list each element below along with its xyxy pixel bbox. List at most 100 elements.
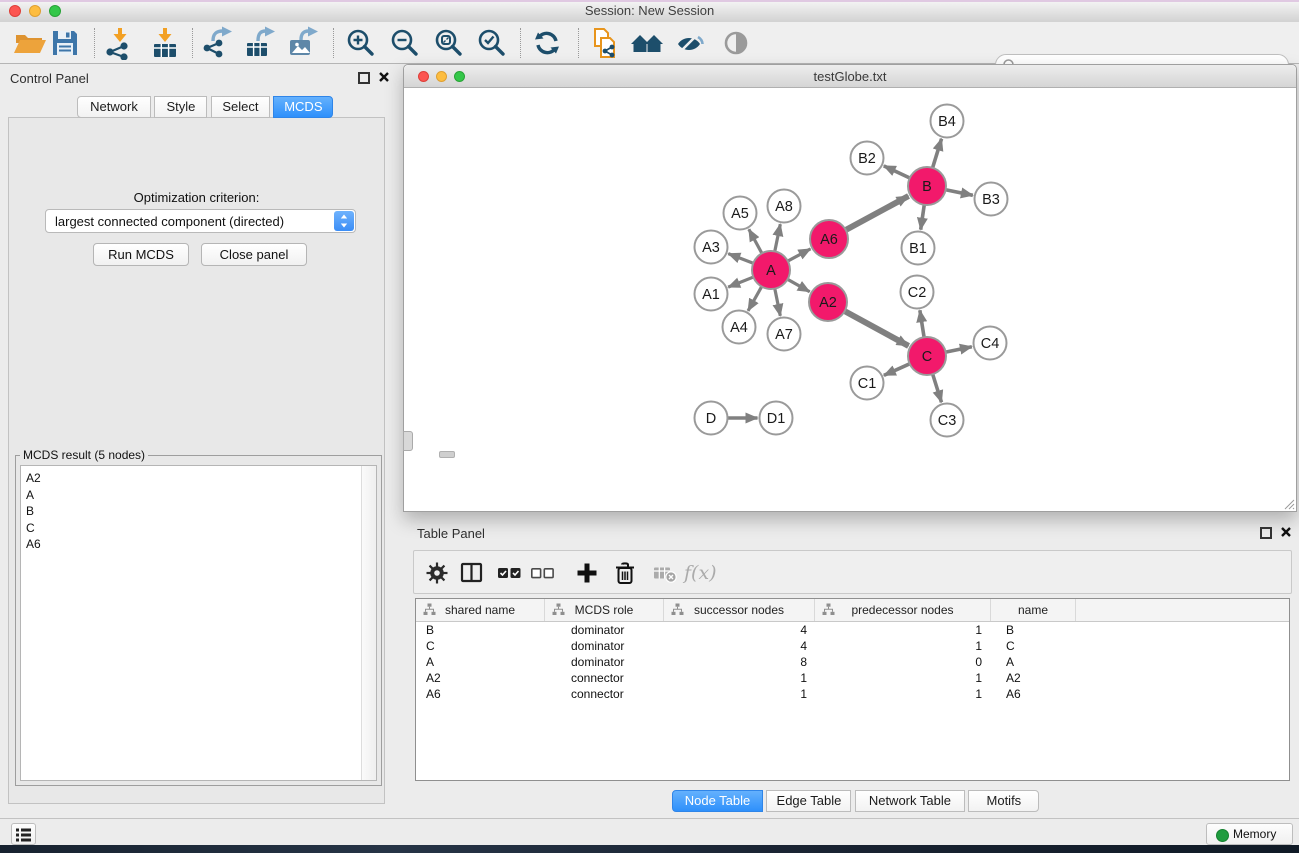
column-header-predecessor-nodes[interactable]: predecessor nodes <box>815 599 991 621</box>
edge-C-C2[interactable] <box>920 310 924 337</box>
float-panel-icon[interactable] <box>358 72 370 84</box>
edge-B-B1[interactable] <box>921 205 925 230</box>
graph-node-A3[interactable]: A3 <box>695 231 728 264</box>
edge-A-A7[interactable] <box>775 289 781 316</box>
edge-C-C4[interactable] <box>946 347 972 352</box>
graph-node-A7[interactable]: A7 <box>768 318 801 351</box>
column-header-shared-name[interactable]: shared name <box>416 599 545 621</box>
table-row[interactable]: A2connector11A2 <box>416 670 1289 686</box>
graph-node-A[interactable]: A <box>752 251 790 289</box>
graph-node-B1[interactable]: B1 <box>902 232 935 265</box>
tab-edge-table[interactable]: Edge Table <box>766 790 851 812</box>
export-image-icon[interactable] <box>287 26 321 60</box>
zoom-out-icon[interactable] <box>388 26 422 60</box>
edge-C-C1[interactable] <box>884 364 910 376</box>
result-item[interactable]: B <box>26 503 362 520</box>
column-header-successor-nodes[interactable]: successor nodes <box>664 599 815 621</box>
horizontal-splitter-handle[interactable] <box>439 451 455 458</box>
column-header-name[interactable]: name <box>991 599 1076 621</box>
graph-node-A6[interactable]: A6 <box>810 220 848 258</box>
zoom-selected-icon[interactable] <box>475 26 509 60</box>
close-panel-icon[interactable] <box>377 70 391 84</box>
column-header-mcds-role[interactable]: MCDS role <box>545 599 664 621</box>
graph-node-A2[interactable]: A2 <box>809 283 847 321</box>
float-panel-icon[interactable] <box>1260 527 1272 539</box>
zoom-fit-icon[interactable] <box>432 26 466 60</box>
open-file-icon[interactable] <box>13 26 47 60</box>
graph-node-B2[interactable]: B2 <box>851 142 884 175</box>
task-history-button[interactable] <box>11 823 36 845</box>
graph-node-C3[interactable]: C3 <box>931 404 964 437</box>
edge-A6-B[interactable] <box>846 196 909 230</box>
tab-motifs[interactable]: Motifs <box>968 790 1039 812</box>
result-scrollbar[interactable] <box>361 466 376 780</box>
result-item[interactable]: C <box>26 520 362 537</box>
graph-node-B3[interactable]: B3 <box>975 183 1008 216</box>
delete-column-icon[interactable] <box>612 560 638 586</box>
edge-A-A3[interactable] <box>728 254 753 264</box>
edge-A-A8[interactable] <box>775 224 781 251</box>
clone-network-icon[interactable] <box>588 26 622 60</box>
edge-C-C3[interactable] <box>933 374 942 402</box>
table-row[interactable]: Adominator80A <box>416 654 1289 670</box>
resize-grip-icon[interactable] <box>1283 498 1295 510</box>
delete-table-icon[interactable] <box>652 560 678 586</box>
graph-node-C[interactable]: C <box>908 337 946 375</box>
edge-B-B4[interactable] <box>933 139 942 168</box>
table-row[interactable]: A6connector11A6 <box>416 686 1289 702</box>
memory-button[interactable]: Memory <box>1206 823 1293 845</box>
select-all-icon[interactable] <box>497 560 523 586</box>
graph-node-B4[interactable]: B4 <box>931 105 964 138</box>
graph-node-A8[interactable]: A8 <box>768 190 801 223</box>
graph-node-B[interactable]: B <box>908 167 946 205</box>
edge-A-A6[interactable] <box>788 249 811 261</box>
close-panel-icon[interactable] <box>1279 525 1293 539</box>
export-network-icon[interactable] <box>201 26 235 60</box>
edge-B-B2[interactable] <box>884 166 910 178</box>
criterion-select[interactable]: largest connected component (directed) <box>45 209 356 233</box>
edge-A-A2[interactable] <box>788 279 810 291</box>
add-column-icon[interactable] <box>574 560 600 586</box>
table-row[interactable]: Cdominator41C <box>416 638 1289 654</box>
save-session-icon[interactable] <box>48 26 82 60</box>
tab-node-table[interactable]: Node Table <box>672 790 763 812</box>
refresh-icon[interactable] <box>530 26 564 60</box>
graph-node-D[interactable]: D <box>695 402 728 435</box>
edge-A-A1[interactable] <box>728 277 753 287</box>
hide-style-icon[interactable] <box>674 26 708 60</box>
graph-node-C4[interactable]: C4 <box>974 327 1007 360</box>
tab-style[interactable]: Style <box>154 96 207 118</box>
edge-A-A5[interactable] <box>749 229 762 253</box>
edge-A-A4[interactable] <box>748 287 762 311</box>
tab-network[interactable]: Network <box>77 96 151 118</box>
tab-network-table[interactable]: Network Table <box>855 790 965 812</box>
import-network-icon[interactable] <box>103 26 137 60</box>
export-table-icon[interactable] <box>244 26 278 60</box>
graph-node-A4[interactable]: A4 <box>723 311 756 344</box>
graph-node-C1[interactable]: C1 <box>851 367 884 400</box>
column-visibility-icon[interactable] <box>459 560 485 586</box>
result-item[interactable]: A6 <box>26 536 362 553</box>
tab-select[interactable]: Select <box>211 96 270 118</box>
table-row[interactable]: Bdominator41B <box>416 622 1289 638</box>
close-panel-button[interactable]: Close panel <box>201 243 307 266</box>
graph-node-C2[interactable]: C2 <box>901 276 934 309</box>
splitter-grip[interactable] <box>403 431 413 451</box>
network-canvas[interactable]: B4 B2 B B3 A5 A8 A6 A3 B1 A C2 A1 A2 A4 A7 C4 C C1 D D1 C3 <box>405 88 1295 511</box>
tab-mcds[interactable]: MCDS <box>273 96 333 118</box>
result-item[interactable]: A2 <box>26 470 362 487</box>
graph-node-D1[interactable]: D1 <box>760 402 793 435</box>
function-builder-icon[interactable]: f(x) <box>682 560 716 586</box>
graph-node-A1[interactable]: A1 <box>695 278 728 311</box>
edge-B-B3[interactable] <box>946 190 973 196</box>
result-item[interactable]: A <box>26 487 362 504</box>
deselect-all-icon[interactable] <box>530 560 556 586</box>
home-layout-icon[interactable] <box>630 26 664 60</box>
edge-A2-C[interactable] <box>845 311 909 346</box>
import-table-icon[interactable] <box>148 26 182 60</box>
show-view-icon[interactable] <box>719 26 753 60</box>
settings-gear-icon[interactable] <box>424 560 450 586</box>
graph-node-A5[interactable]: A5 <box>724 197 757 230</box>
zoom-in-icon[interactable] <box>344 26 378 60</box>
run-mcds-button[interactable]: Run MCDS <box>93 243 189 266</box>
